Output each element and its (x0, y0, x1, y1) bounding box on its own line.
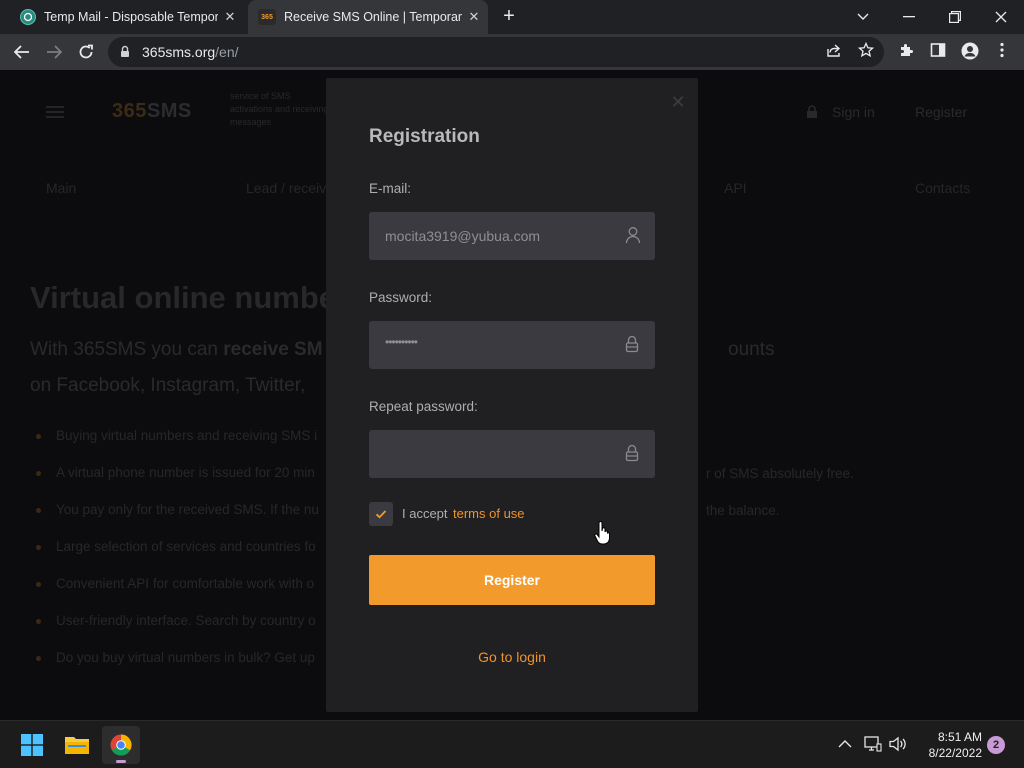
windows-taskbar: 8:51 AM 8/22/2022 2 (0, 720, 1024, 768)
repeat-password-label: Repeat password: (369, 399, 478, 414)
tab-strip: Temp Mail - Disposable Temporary ✕ 365 R… (0, 0, 1024, 34)
list-item: A virtual phone number is issued for 20 … (36, 465, 319, 502)
register-button[interactable]: Register (369, 555, 655, 605)
list-item: Buying virtual numbers and receiving SMS… (36, 428, 319, 465)
url-text: 365sms.org/en/ (142, 44, 239, 60)
bookmark-star-icon[interactable] (856, 41, 876, 62)
password-label: Password: (369, 290, 433, 305)
list-item: Do you buy virtual numbers in bulk? Get … (36, 650, 319, 687)
hero-title: Virtual online numbe (30, 280, 337, 315)
site-tagline: service of SMS activations and receiving… (230, 91, 329, 127)
tempmail-favicon-icon (20, 9, 36, 25)
browser-menu-kebab-icon[interactable] (992, 42, 1012, 62)
lock-icon[interactable] (625, 444, 643, 464)
terms-checkbox[interactable] (369, 502, 393, 526)
reload-icon[interactable] (72, 38, 100, 66)
browser-toolbar: 365sms.org/en/ (0, 34, 1024, 70)
list-item-tail: r of SMS absolutely free. (706, 466, 854, 481)
modal-title: Registration (369, 126, 480, 147)
tab-close-icon[interactable]: ✕ (222, 9, 238, 25)
checkmark-icon (375, 510, 387, 519)
email-value: mocita3919@yubua.com (385, 228, 541, 244)
tab-title: Receive SMS Online | Temporary (284, 10, 462, 24)
tab-title: Temp Mail - Disposable Temporary (44, 10, 218, 24)
feature-list: Buying virtual numbers and receiving SMS… (36, 428, 319, 687)
side-panel-icon[interactable] (928, 42, 948, 62)
password-value: •••••••••• (385, 335, 418, 349)
restore-icon[interactable] (932, 0, 978, 34)
password-field[interactable]: •••••••••• (369, 321, 655, 369)
back-arrow-icon[interactable] (8, 38, 36, 66)
extensions-puzzle-icon[interactable] (896, 42, 916, 62)
site-logo[interactable]: 365SMS (112, 100, 192, 123)
file-explorer-icon[interactable] (58, 726, 96, 764)
email-field[interactable]: mocita3919@yubua.com (369, 212, 655, 260)
hero-subtitle-tail: ounts (728, 339, 775, 360)
close-window-icon[interactable] (978, 0, 1024, 34)
list-item: You pay only for the received SMS. If th… (36, 502, 319, 539)
email-label: E-mail: (369, 181, 412, 196)
hand-cursor-icon (594, 521, 610, 545)
registration-modal: ✕ Registration E-mail: mocita3919@yubua.… (326, 78, 698, 712)
accept-terms-label: I accept (402, 506, 448, 521)
forward-arrow-icon[interactable] (40, 38, 68, 66)
go-to-login-link[interactable]: Go to login (326, 649, 698, 665)
nav-lead[interactable]: Lead / receive (246, 180, 334, 196)
list-item: Convenient API for comfortable work with… (36, 576, 319, 613)
tab-search-chevron-icon[interactable] (840, 0, 886, 34)
show-hidden-icons-chevron-icon[interactable] (838, 735, 852, 751)
sign-in-link[interactable]: Sign in (806, 104, 875, 120)
365sms-favicon-icon: 365 (258, 9, 276, 25)
minimize-icon[interactable] (886, 0, 932, 34)
terms-of-use-link[interactable]: terms of use (453, 506, 525, 521)
nav-contacts[interactable]: Contacts (915, 180, 970, 196)
network-icon[interactable] (864, 736, 882, 755)
register-link[interactable]: Register (915, 104, 967, 120)
repeat-password-field[interactable] (369, 430, 655, 478)
close-icon[interactable]: ✕ (670, 93, 686, 111)
user-icon (625, 226, 643, 246)
clock-time: 8:51 AM (937, 730, 982, 744)
hamburger-menu-icon[interactable] (46, 106, 64, 118)
address-bar[interactable]: 365sms.org/en/ (108, 37, 884, 67)
volume-icon[interactable] (889, 736, 907, 755)
lock-icon[interactable] (120, 45, 130, 57)
new-tab-button[interactable]: + (498, 6, 520, 28)
tab-close-icon[interactable]: ✕ (466, 9, 482, 25)
list-item: User-friendly interface. Search by count… (36, 613, 319, 650)
share-icon[interactable] (824, 42, 844, 62)
taskbar-clock[interactable]: 8:51 AM 8/22/2022 (916, 729, 982, 761)
lock-icon (807, 105, 817, 118)
clock-date: 8/22/2022 (928, 746, 982, 760)
profile-avatar-icon[interactable] (960, 42, 980, 62)
list-item: Large selection of services and countrie… (36, 539, 319, 576)
notification-badge[interactable]: 2 (987, 736, 1005, 754)
tab-temp-mail[interactable]: Temp Mail - Disposable Temporary ✕ (12, 0, 244, 34)
nav-main[interactable]: Main (46, 180, 76, 196)
lock-icon[interactable] (625, 335, 643, 355)
list-item-tail: the balance. (706, 503, 780, 518)
chrome-icon[interactable] (102, 726, 140, 764)
windows-start-icon[interactable] (13, 726, 51, 764)
tab-365sms[interactable]: 365 Receive SMS Online | Temporary ✕ (248, 0, 488, 34)
nav-api[interactable]: API (724, 180, 747, 196)
